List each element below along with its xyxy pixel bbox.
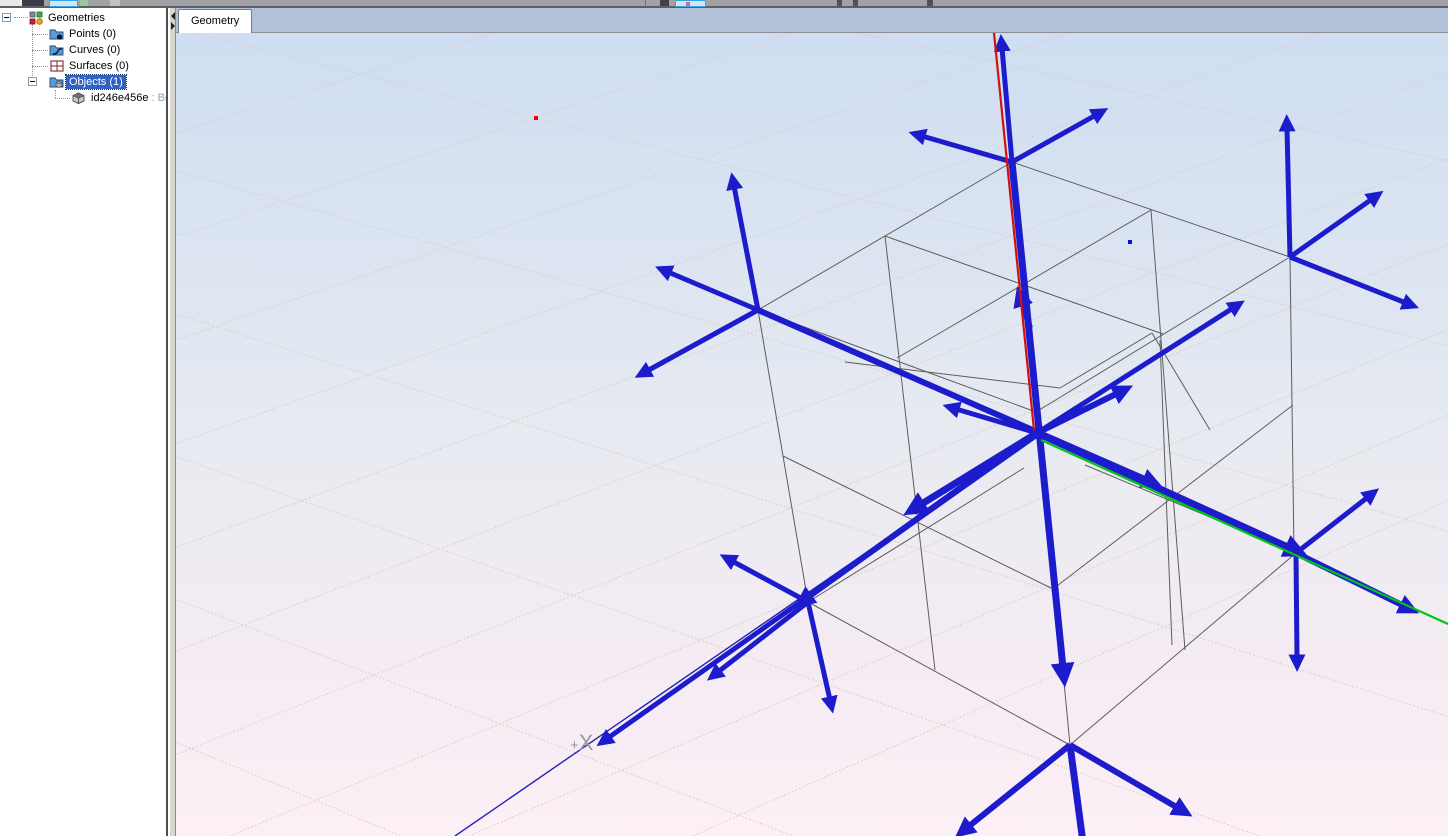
tree-item-box-object[interactable]: id246e456e : Box <box>0 90 168 106</box>
geometry-tree-panel: Geometries Points (0) Curves (0) <box>0 8 168 836</box>
toolbar-fragment <box>110 0 120 6</box>
points-folder-icon <box>49 27 65 41</box>
toolbar-fragment <box>660 0 669 6</box>
collapse-minus-icon[interactable] <box>28 77 37 86</box>
toolbar-fragment <box>927 0 933 6</box>
tree-item-points[interactable]: Points (0) <box>0 26 168 42</box>
toolbar-pink-glyph <box>686 2 690 6</box>
tree-item-geometries[interactable]: Geometries <box>0 10 168 26</box>
box-icon <box>71 91 87 105</box>
tree-item-objects[interactable]: Objects (1) <box>0 74 168 90</box>
tree-item-label[interactable]: id246e456e : Box <box>88 91 168 105</box>
toolbar-fragment <box>80 0 88 6</box>
toolbar-fragment <box>837 0 842 6</box>
viewport-tab-bar: Geometry <box>176 8 1448 33</box>
snap-point-blue <box>1128 240 1132 244</box>
scene-svg: +X <box>176 33 1448 836</box>
z-axis-line <box>994 33 1034 430</box>
objects-folder-icon <box>49 75 65 89</box>
splitter-collapse-left-icon[interactable] <box>171 12 175 20</box>
ground-grid <box>176 33 1448 836</box>
toolbar-fragment <box>645 0 646 6</box>
toolbar-fragment <box>0 0 22 6</box>
tree-item-surfaces[interactable]: Surfaces (0) <box>0 58 168 74</box>
tab-geometry[interactable]: Geometry <box>178 9 252 33</box>
tree-item-label[interactable]: Points (0) <box>66 27 119 41</box>
snap-point-red <box>534 116 538 120</box>
tree-item-label[interactable]: Surfaces (0) <box>66 59 132 73</box>
object-type-suffix: : Box <box>149 92 168 104</box>
toolbar-button-fragment[interactable] <box>49 0 78 7</box>
box-wireframe <box>758 162 1296 745</box>
x-axis-label: +X <box>570 730 594 755</box>
toolbar-fragment <box>22 0 44 6</box>
toolbar-sliver <box>0 0 1448 8</box>
curves-folder-icon <box>49 43 65 57</box>
tree-item-label[interactable]: Geometries <box>45 11 108 25</box>
tree-item-label[interactable]: Objects (1) <box>66 75 126 89</box>
tree-item-curves[interactable]: Curves (0) <box>0 42 168 58</box>
collapse-minus-icon[interactable] <box>2 13 11 22</box>
toolbar-button-fragment[interactable] <box>675 0 706 7</box>
splitter-collapse-right-icon[interactable] <box>171 22 175 30</box>
viewport-3d[interactable]: +X <box>176 33 1448 836</box>
toolbar-fragment <box>853 0 858 6</box>
tree-item-label[interactable]: Curves (0) <box>66 43 123 57</box>
geometries-icon <box>29 11 45 25</box>
surfaces-icon <box>49 59 65 73</box>
